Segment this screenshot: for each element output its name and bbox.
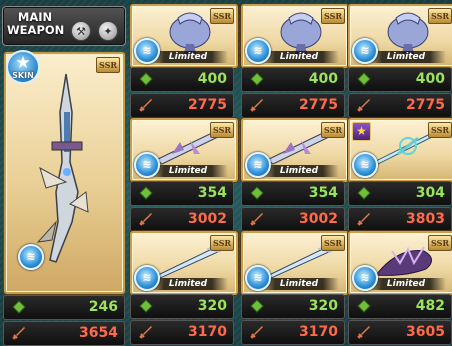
hp-diamond-icon — [139, 299, 153, 313]
limited-label: Limited — [366, 278, 446, 290]
main-hp-stat: 246 — [3, 295, 125, 320]
rarity-badge: SSR — [428, 122, 452, 138]
limited-label: Limited — [259, 278, 339, 290]
hp-stat: 400 — [348, 67, 452, 92]
rarity-badge: SSR — [428, 235, 452, 251]
attack-sword-icon — [357, 213, 370, 226]
limited-label: Limited — [259, 165, 339, 177]
hammer-icon[interactable]: ⚒ — [71, 21, 91, 41]
main-atk-stat: 3654 — [3, 321, 125, 346]
weapon-card[interactable]: SSR Limited ≋ — [130, 4, 238, 68]
attack-sword-icon — [139, 99, 152, 112]
weapon-card[interactable]: SSR Limited ≋ — [130, 231, 238, 295]
weapon-card[interactable]: SSR Limited ≋ — [130, 118, 238, 182]
main-weapon-panel: MAIN WEAPON ⚒ ✦ SSR ≋ ★ SKIN 246 3654 — [0, 0, 127, 346]
main-weapon-header: MAIN WEAPON ⚒ ✦ — [2, 6, 126, 46]
hp-diamond-icon — [250, 299, 264, 313]
hp-stat: 400 — [241, 67, 345, 92]
limited-label: Limited — [259, 51, 339, 63]
atk-stat: 3002 — [241, 207, 345, 232]
limited-label: Limited — [148, 165, 228, 177]
rarity-badge: SSR — [321, 8, 345, 24]
weapon-card[interactable]: ★ SSR ≋ — [348, 118, 452, 182]
main-weapon-title: MAIN WEAPON — [7, 10, 65, 37]
wind-element-icon: ≋ — [18, 244, 44, 270]
hp-diamond-icon — [357, 186, 371, 200]
rarity-badge: SSR — [210, 235, 234, 251]
hp-stat: 482 — [348, 294, 452, 319]
atk-stat: 3605 — [348, 320, 452, 345]
wind-element-icon: ≋ — [245, 152, 271, 178]
rarity-badge: SSR — [210, 8, 234, 24]
weapon-card[interactable]: SSR Limited ≋ — [348, 231, 452, 295]
hp-stat: 354 — [241, 181, 345, 206]
rarity-badge: SSR — [321, 235, 345, 251]
weapon-card[interactable]: SSR Limited ≋ — [241, 118, 349, 182]
wind-element-icon: ≋ — [134, 152, 160, 178]
hp-stat: 400 — [130, 67, 234, 92]
atk-stat: 3170 — [241, 320, 345, 345]
rarity-badge: SSR — [96, 57, 120, 73]
wrench-icon[interactable]: ✦ — [98, 21, 118, 41]
atk-stat: 2775 — [130, 93, 234, 118]
hp-diamond-icon — [12, 300, 26, 314]
limited-label: Limited — [148, 278, 228, 290]
wind-element-icon: ≋ — [245, 265, 271, 291]
attack-sword-icon — [357, 99, 370, 112]
weapon-card[interactable]: SSR Limited ≋ — [241, 4, 349, 68]
hp-diamond-icon — [250, 186, 264, 200]
wind-element-icon: ≋ — [134, 265, 160, 291]
hp-stat: 320 — [241, 294, 345, 319]
attack-sword-icon — [250, 99, 263, 112]
wind-element-icon: ≋ — [352, 152, 378, 178]
attack-sword-icon — [250, 326, 263, 339]
rarity-badge: SSR — [428, 8, 452, 24]
wind-element-icon: ≋ — [245, 38, 271, 64]
attack-sword-icon — [139, 326, 152, 339]
star-icon: ★ — [15, 53, 31, 73]
atk-stat: 3170 — [130, 320, 234, 345]
hp-diamond-icon — [250, 72, 264, 86]
limited-label: Limited — [366, 51, 446, 63]
wind-element-icon: ≋ — [134, 38, 160, 64]
hp-diamond-icon — [139, 72, 153, 86]
hp-diamond-icon — [357, 72, 371, 86]
atk-stat: 3803 — [348, 207, 452, 232]
hp-diamond-icon — [357, 299, 371, 313]
hp-stat: 354 — [130, 181, 234, 206]
main-weapon-card[interactable]: SSR ≋ — [4, 52, 125, 294]
main-weapon-image — [36, 73, 89, 263]
rarity-badge: SSR — [321, 122, 345, 138]
attack-sword-icon — [250, 213, 263, 226]
wind-element-icon: ≋ — [352, 38, 378, 64]
hp-stat: 304 — [348, 181, 452, 206]
limited-label: Limited — [148, 51, 228, 63]
attack-sword-icon — [357, 326, 370, 339]
atk-stat: 2775 — [241, 93, 345, 118]
attack-sword-icon — [12, 327, 25, 340]
rarity-badge: SSR — [210, 122, 234, 138]
weapon-card[interactable]: SSR Limited ≋ — [241, 231, 349, 295]
hp-stat: 320 — [130, 294, 234, 319]
attack-sword-icon — [139, 213, 152, 226]
weapon-card[interactable]: SSR Limited ≋ — [348, 4, 452, 68]
atk-stat: 2775 — [348, 93, 452, 118]
skin-button[interactable]: ★ SKIN — [6, 50, 40, 84]
wind-element-icon: ≋ — [352, 265, 378, 291]
atk-stat: 3002 — [130, 207, 234, 232]
hp-diamond-icon — [139, 186, 153, 200]
